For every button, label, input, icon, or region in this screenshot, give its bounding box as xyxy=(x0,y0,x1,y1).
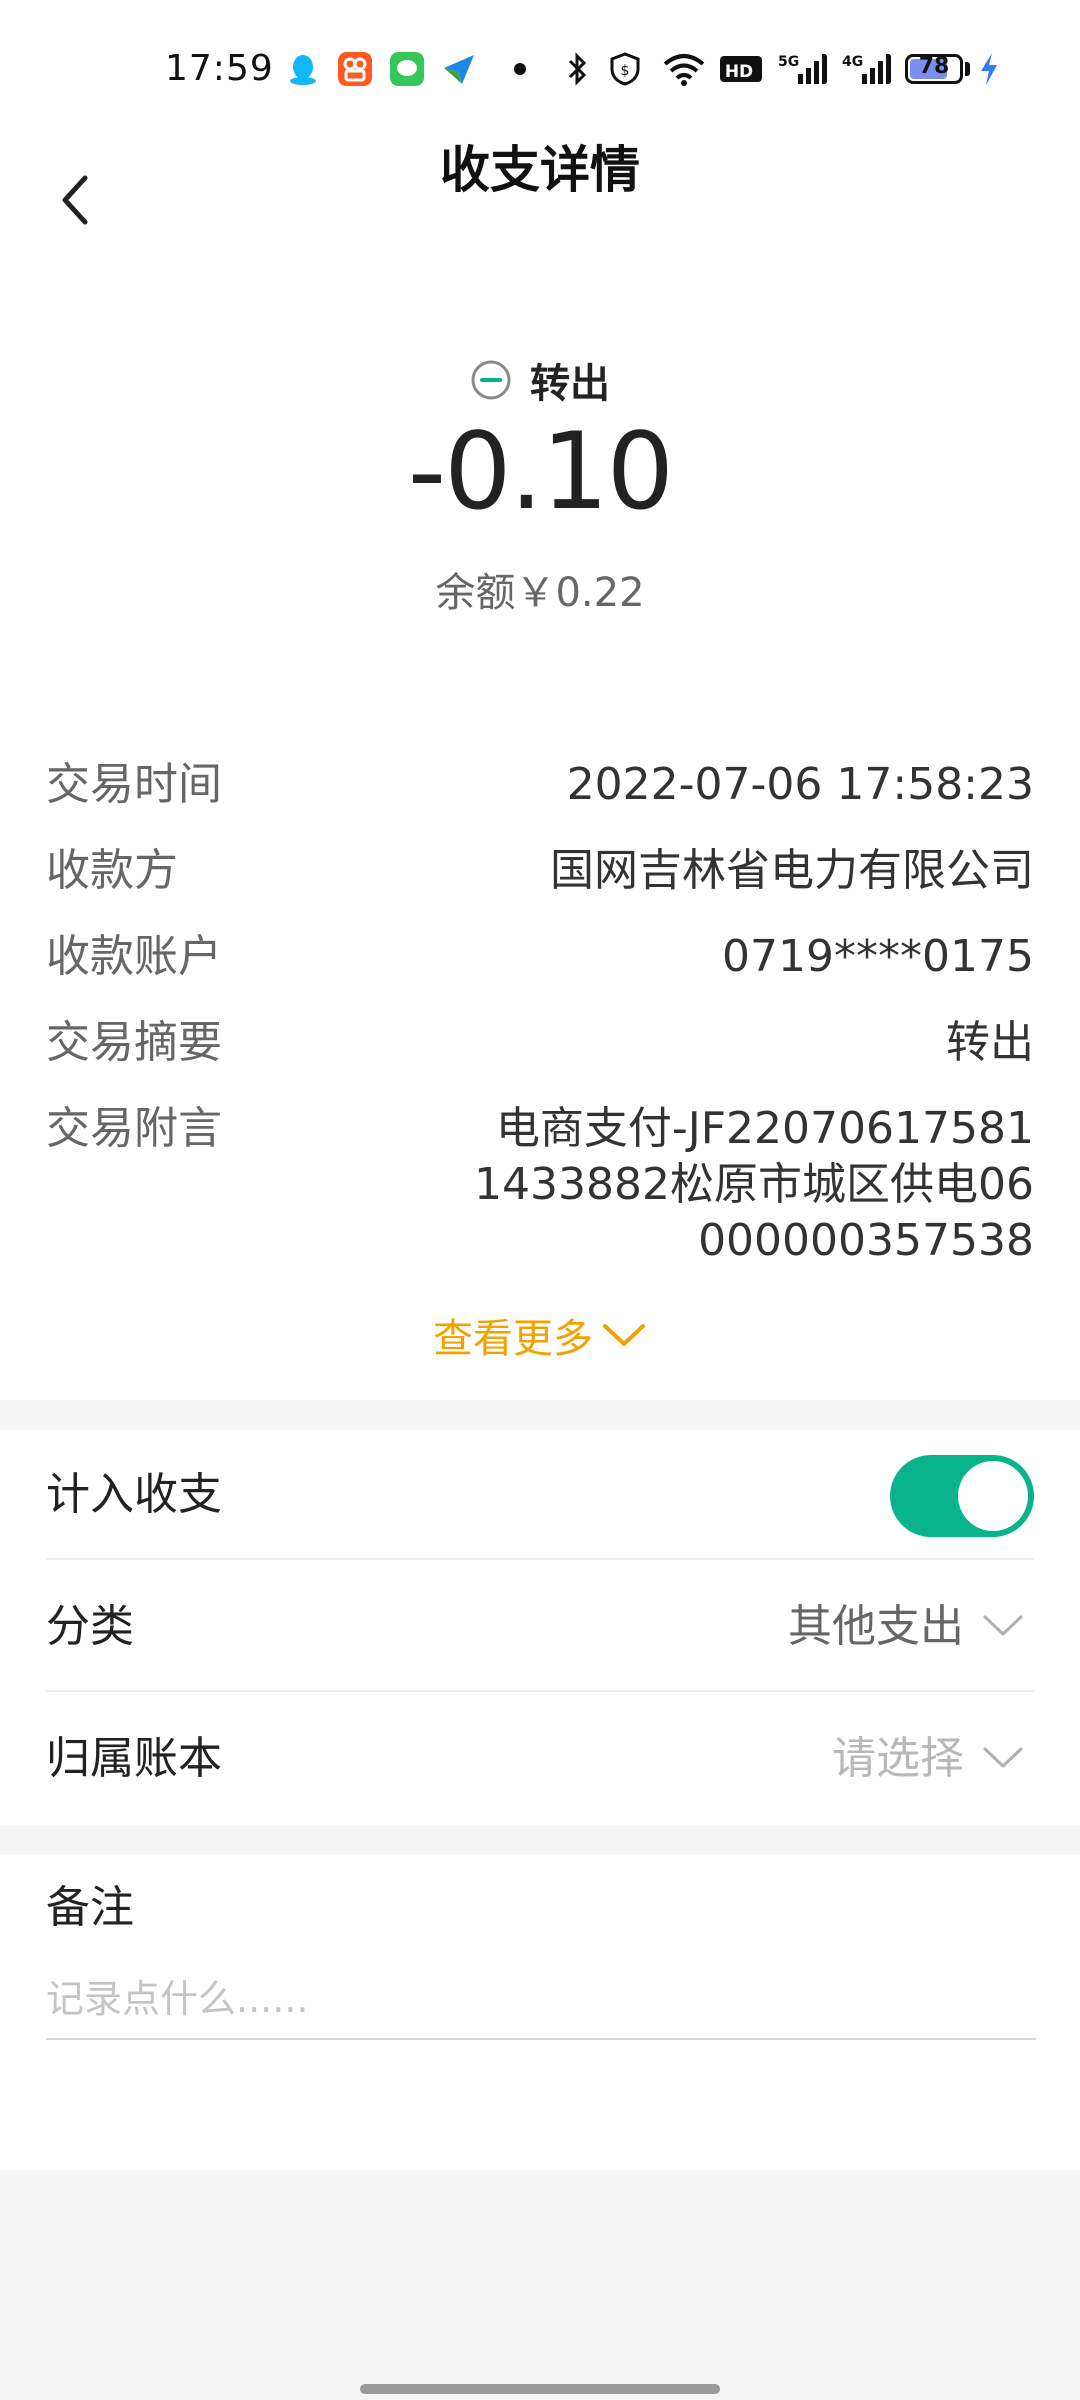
detail-value: 转出 xyxy=(946,1017,1034,1068)
battery-icon: 78 xyxy=(905,54,963,84)
detail-label: 交易时间 xyxy=(46,759,222,810)
note-input[interactable] xyxy=(46,1960,1036,2040)
detail-value: 电商支付-JF220706175811433882松原市城区供电06000000… xyxy=(474,1103,1034,1266)
transaction-details: 交易时间 2022-07-06 17:58:23 收款方 国网吉林省电力有限公司… xyxy=(0,700,1080,1400)
detail-value: 国网吉林省电力有限公司 xyxy=(550,845,1034,896)
chevron-down-icon xyxy=(983,1747,1023,1768)
svg-text:5G: 5G xyxy=(778,54,799,70)
hd-icon: HD xyxy=(720,56,762,82)
message-icon xyxy=(390,52,424,86)
detail-label: 收款账户 xyxy=(46,931,222,982)
balance-text: 余额￥0.22 xyxy=(435,570,645,616)
charging-icon xyxy=(981,53,997,85)
vpn-shield-icon: $ xyxy=(610,52,640,86)
svg-text:$: $ xyxy=(621,63,630,79)
page-title: 收支详情 xyxy=(440,141,640,199)
detail-label: 收款方 xyxy=(46,845,178,896)
status-time: 17:59 xyxy=(165,48,274,89)
category-value: 其他支出 xyxy=(788,1601,964,1652)
toggle-knob xyxy=(958,1461,1028,1531)
category-label: 分类 xyxy=(46,1601,134,1652)
detail-value: 2022-07-06 17:58:23 xyxy=(566,759,1034,810)
battery-cap xyxy=(965,62,970,76)
signal-5g-icon: 5G xyxy=(778,54,827,84)
detail-label: 交易附言 xyxy=(46,1103,222,1154)
bluetooth-icon xyxy=(568,52,587,86)
note-title: 备注 xyxy=(46,1882,134,1933)
kuaishou-icon xyxy=(338,52,372,86)
transaction-type: 转出 xyxy=(0,350,1080,410)
chevron-down-icon xyxy=(983,1615,1023,1636)
transaction-amount: -0.10 xyxy=(407,410,674,533)
transfer-out-icon xyxy=(471,360,511,400)
screen: 17:59 $ HD 5G 4G 78 收支详情 转出 -0.10 余额￥0.2… xyxy=(0,0,1080,2400)
signal-4g-icon: 4G xyxy=(842,54,891,84)
dot-icon xyxy=(514,63,526,75)
svg-text:4G: 4G xyxy=(842,54,863,70)
include-in-stats-row: 计入收支 xyxy=(46,1430,1034,1560)
transaction-summary: 转出 -0.10 余额￥0.22 xyxy=(0,260,1080,700)
view-more-label: 查看更多 xyxy=(433,1316,593,1362)
include-in-stats-label: 计入收支 xyxy=(46,1469,222,1520)
qq-icon xyxy=(290,55,316,85)
account-book-placeholder: 请选择 xyxy=(832,1733,964,1784)
account-book-label: 归属账本 xyxy=(46,1733,222,1784)
battery-percent: 78 xyxy=(918,54,950,79)
view-more-button[interactable]: 查看更多 xyxy=(0,1305,1080,1365)
header: 收支详情 xyxy=(0,140,1080,260)
chevron-down-icon xyxy=(603,1324,645,1346)
home-indicator[interactable] xyxy=(360,2384,720,2394)
include-in-stats-toggle[interactable] xyxy=(890,1455,1034,1537)
detail-value: 0719****0175 xyxy=(722,931,1034,982)
category-row[interactable]: 分类 其他支出 xyxy=(46,1562,1034,1692)
navigation-icon xyxy=(444,55,474,84)
detail-label: 交易摘要 xyxy=(46,1017,222,1068)
account-book-row[interactable]: 归属账本 请选择 xyxy=(46,1694,1034,1824)
settings-card: 计入收支 分类 其他支出 归属账本 请选择 xyxy=(0,1430,1080,1825)
transaction-type-label: 转出 xyxy=(530,361,610,407)
wifi-icon xyxy=(663,54,705,86)
status-bar: 17:59 $ HD 5G 4G 78 xyxy=(0,0,1080,140)
note-card: 备注 xyxy=(0,1855,1080,2170)
svg-text:HD: HD xyxy=(725,62,753,82)
